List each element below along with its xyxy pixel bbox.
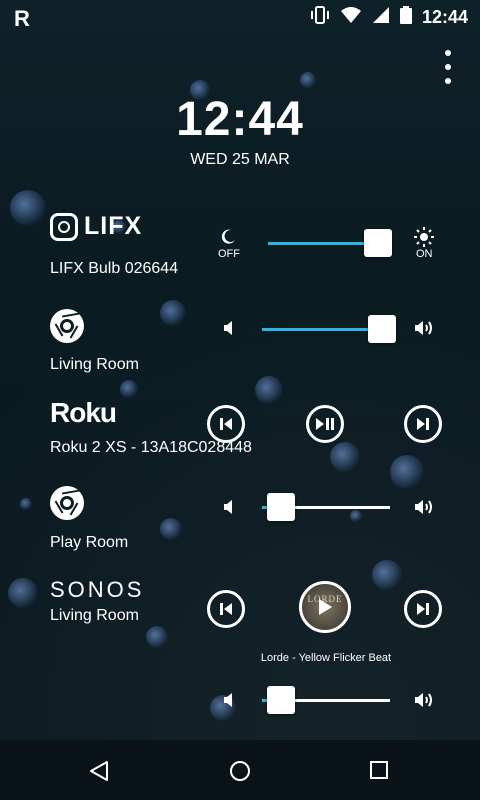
lifx-brightness-slider[interactable]	[268, 229, 392, 257]
vibrate-icon	[310, 6, 330, 29]
roku-previous-button[interactable]	[207, 405, 245, 443]
chromecast-living-name: Living Room	[50, 356, 139, 373]
chromecast-living-device	[50, 309, 84, 343]
app-logo-icon: R	[14, 6, 30, 31]
wifi-icon	[340, 6, 362, 29]
bokeh-decoration	[160, 518, 182, 540]
volume-down-icon[interactable]	[222, 498, 236, 521]
recent-apps-icon[interactable]	[369, 760, 389, 785]
status-icons: 12:44	[310, 6, 468, 29]
lifx-device: LIFX	[50, 212, 142, 241]
battery-icon	[399, 6, 412, 29]
sonos-device-name: Living Room	[50, 607, 139, 624]
sonos-next-button[interactable]	[404, 590, 442, 628]
sonos-track-title: Lorde - Yellow Flicker Beat	[260, 652, 392, 664]
slider-thumb[interactable]	[267, 493, 295, 521]
overflow-menu-icon[interactable]	[444, 50, 452, 84]
play-icon	[319, 599, 332, 615]
signal-icon	[372, 6, 390, 29]
clock-date: WED 25 MAR	[190, 151, 290, 168]
lifx-on-label: ON	[416, 248, 433, 260]
slider-thumb[interactable]	[267, 686, 295, 714]
clock-time: 12:44	[176, 93, 304, 146]
volume-down-icon[interactable]	[222, 319, 236, 342]
volume-up-icon[interactable]	[414, 498, 436, 521]
bokeh-decoration	[350, 510, 362, 522]
roku-next-button[interactable]	[404, 405, 442, 443]
lifx-logo: LIFX	[50, 212, 142, 241]
status-bar: R 12:44	[0, 0, 480, 34]
volume-down-icon[interactable]	[222, 691, 236, 714]
chromecast-play-volume-slider[interactable]	[262, 493, 390, 521]
lifx-off-label: OFF	[218, 248, 240, 260]
sonos-play-button[interactable]: LORDE	[299, 581, 351, 633]
bokeh-decoration	[160, 300, 186, 326]
bokeh-decoration	[8, 578, 38, 608]
sonos-previous-button[interactable]	[207, 590, 245, 628]
chromecast-play-name: Play Room	[50, 534, 129, 551]
home-icon[interactable]	[229, 760, 251, 787]
bokeh-decoration	[300, 72, 316, 88]
lifx-device-name: LIFX Bulb 026644	[50, 260, 179, 277]
chromecast-play-device	[50, 486, 84, 520]
bokeh-decoration	[120, 380, 138, 398]
roku-play-pause-button[interactable]	[306, 405, 344, 443]
moon-icon	[219, 228, 237, 250]
bokeh-decoration	[20, 498, 32, 510]
navigation-bar	[0, 740, 480, 800]
volume-up-icon[interactable]	[414, 319, 436, 342]
roku-logo: Roku	[50, 397, 117, 428]
lifx-brand: LIFX	[84, 212, 143, 240]
volume-up-icon[interactable]	[414, 691, 436, 714]
bokeh-decoration	[10, 190, 46, 226]
slider-thumb[interactable]	[364, 229, 392, 257]
chromecast-living-volume-slider[interactable]	[262, 315, 396, 343]
chrome-icon	[50, 486, 84, 520]
status-time: 12:44	[421, 7, 468, 27]
bokeh-decoration	[330, 442, 360, 472]
bokeh-decoration	[372, 560, 402, 590]
lifx-bulb-icon	[50, 212, 78, 241]
bokeh-decoration	[146, 626, 168, 648]
sonos-volume-slider[interactable]	[262, 686, 390, 714]
back-icon[interactable]	[88, 760, 110, 787]
bokeh-decoration	[390, 455, 424, 489]
chrome-icon	[50, 309, 84, 343]
slider-thumb[interactable]	[368, 315, 396, 343]
sonos-logo: SONOS	[50, 577, 145, 602]
bokeh-decoration	[255, 376, 283, 404]
